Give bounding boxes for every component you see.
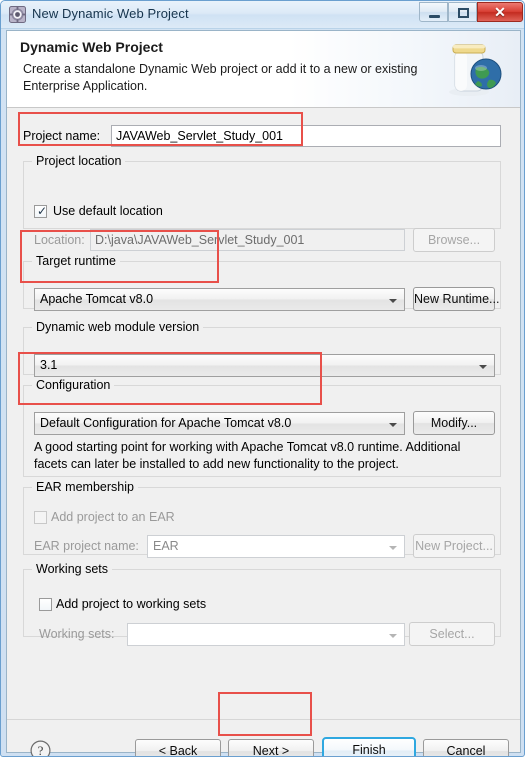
use-default-location-label: Use default location	[53, 204, 163, 218]
back-button[interactable]: < Back	[135, 739, 221, 756]
next-button[interactable]: Next >	[228, 739, 314, 756]
project-location-group-title: Project location	[32, 154, 126, 168]
project-location-group: Project location	[23, 154, 501, 229]
working-sets-group-title: Working sets	[32, 562, 113, 576]
gear-icon	[9, 6, 26, 23]
use-default-location-checkbox[interactable]: ✓	[34, 205, 47, 218]
project-name-input[interactable]: JAVAWeb_Servlet_Study_001	[111, 125, 501, 147]
page-description: Create a standalone Dynamic Web project …	[23, 62, 418, 93]
target-runtime-group-title: Target runtime	[32, 254, 120, 268]
ear-project-name-combo: EAR	[147, 535, 405, 558]
minimize-button[interactable]	[419, 2, 448, 22]
working-sets-label: Working sets:	[39, 627, 115, 641]
chevron-down-icon	[389, 634, 397, 638]
button-bar: ? < Back Next > Finish Cancel	[7, 720, 520, 756]
ear-project-name-label: EAR project name:	[34, 539, 139, 553]
window-title: New Dynamic Web Project	[32, 6, 189, 21]
configuration-value: Default Configuration for Apache Tomcat …	[40, 416, 292, 430]
ear-project-name-value: EAR	[153, 539, 179, 553]
target-runtime-combo[interactable]: Apache Tomcat v8.0	[34, 288, 405, 311]
working-sets-combo	[127, 623, 405, 646]
maximize-icon	[458, 8, 469, 18]
location-label: Location:	[34, 233, 85, 247]
project-name-row: Project name:	[23, 129, 100, 143]
new-runtime-button[interactable]: New Runtime...	[413, 287, 499, 311]
module-version-group-title: Dynamic web module version	[32, 320, 204, 334]
module-version-value: 3.1	[40, 358, 58, 372]
svg-text:?: ?	[38, 743, 44, 757]
title-bar: New Dynamic Web Project ✕	[1, 1, 524, 29]
project-name-label: Project name:	[23, 129, 101, 143]
add-project-to-working-sets-label: Add project to working sets	[56, 597, 207, 611]
close-icon: ✕	[494, 4, 506, 20]
jar-globe-icon	[442, 37, 508, 99]
target-runtime-value: Apache Tomcat v8.0	[40, 292, 154, 306]
module-version-combo[interactable]: 3.1	[34, 354, 495, 377]
chevron-down-icon	[479, 365, 487, 369]
new-project-button: New Project...	[413, 534, 495, 558]
window-controls: ✕	[419, 2, 523, 22]
checkmark-icon: ✓	[37, 204, 48, 218]
add-project-to-working-sets-checkbox[interactable]	[39, 598, 52, 611]
maximize-button[interactable]	[448, 2, 477, 22]
modify-button[interactable]: Modify...	[413, 411, 495, 435]
browse-button: Browse...	[413, 228, 495, 252]
wizard-header: Dynamic Web Project Create a standalone …	[7, 31, 520, 108]
dialog-window: New Dynamic Web Project ✕ Dynamic Web Pr…	[0, 0, 525, 757]
configuration-description: A good starting point for working with A…	[34, 440, 461, 471]
dialog-client-area: Dynamic Web Project Create a standalone …	[6, 30, 521, 756]
finish-button[interactable]: Finish	[322, 737, 416, 756]
chevron-down-icon	[389, 546, 397, 550]
location-input: D:\java\JAVAWeb_Servlet_Study_001	[90, 229, 405, 251]
minimize-icon	[429, 15, 440, 18]
chevron-down-icon	[389, 423, 397, 427]
configuration-combo[interactable]: Default Configuration for Apache Tomcat …	[34, 412, 405, 435]
page-title: Dynamic Web Project	[20, 39, 163, 55]
add-project-to-ear-checkbox	[34, 511, 47, 524]
close-button[interactable]: ✕	[477, 2, 523, 22]
ear-membership-group-title: EAR membership	[32, 480, 138, 494]
chevron-down-icon	[389, 299, 397, 303]
help-icon[interactable]: ?	[30, 740, 51, 757]
select-button: Select...	[409, 622, 495, 646]
configuration-group-title: Configuration	[32, 378, 115, 392]
wizard-body: Project name: JAVAWeb_Servlet_Study_001 …	[7, 109, 520, 719]
add-project-to-ear-label: Add project to an EAR	[51, 510, 175, 524]
cancel-button[interactable]: Cancel	[423, 739, 509, 756]
